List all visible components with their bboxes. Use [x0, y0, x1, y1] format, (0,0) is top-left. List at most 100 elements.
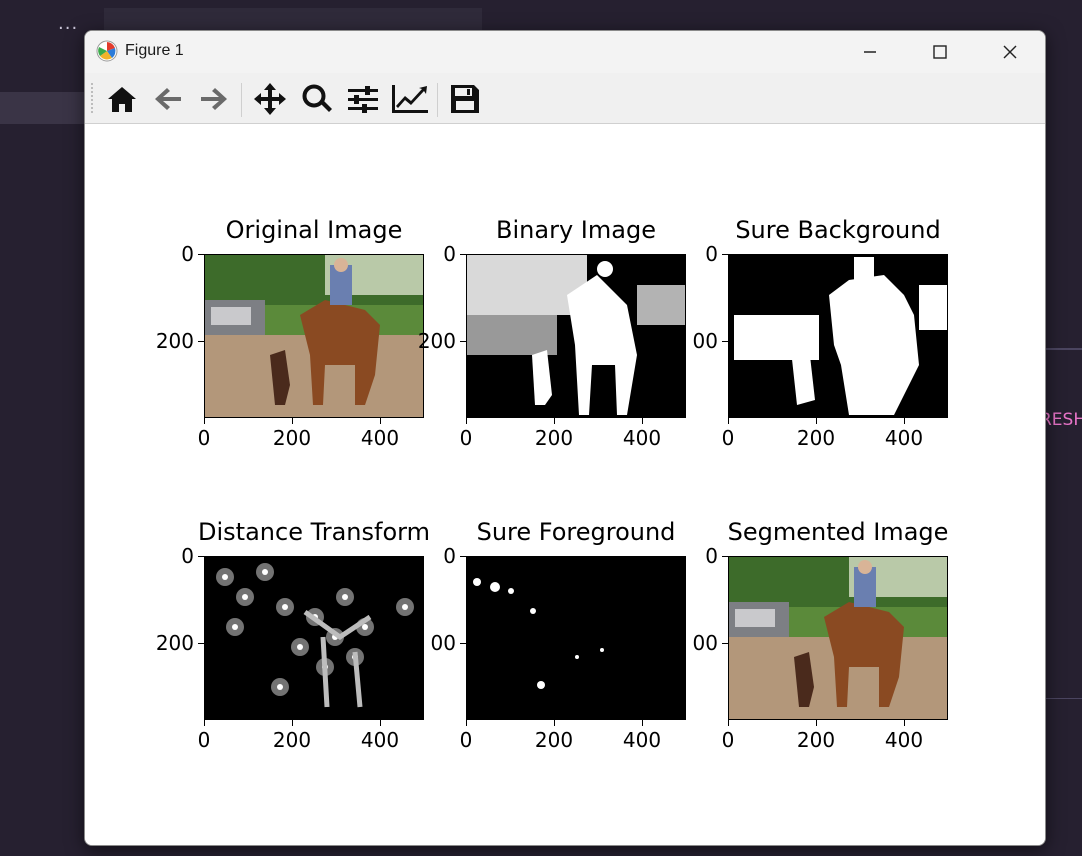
y-tick-label: 0 — [443, 544, 456, 568]
save-button[interactable] — [445, 81, 485, 117]
x-tick-mark — [204, 418, 205, 424]
back-button[interactable] — [148, 81, 188, 117]
y-tick-mark — [722, 341, 728, 343]
configure-subplots-icon — [348, 86, 378, 113]
divider — [1046, 348, 1082, 350]
y-tick-mark — [722, 556, 728, 557]
y-tick-label: 0 — [705, 242, 718, 266]
x-tick-label: 400 — [360, 426, 400, 450]
maximize-button[interactable] — [905, 31, 975, 73]
y-tick-mark — [460, 254, 466, 255]
sure-foreground-picture — [467, 557, 685, 719]
background-text-fragment: RESH — [1040, 410, 1082, 430]
x-tick-mark — [816, 418, 817, 424]
x-tick-mark — [554, 418, 555, 424]
pan-button[interactable] — [250, 81, 290, 117]
subplot-title: Binary Image — [496, 216, 656, 244]
forward-button[interactable] — [194, 81, 234, 117]
close-button[interactable] — [975, 31, 1045, 73]
segmented-image-picture — [729, 557, 947, 719]
x-tick-label: 0 — [721, 728, 735, 752]
window-title: Figure 1 — [125, 42, 184, 59]
subplot-title: Sure Foreground — [476, 518, 676, 546]
y-tick-label: 0 — [443, 242, 456, 266]
x-tick-mark — [554, 720, 555, 726]
x-tick-label: 200 — [272, 426, 312, 450]
sure-foreground-axes[interactable] — [466, 556, 686, 720]
toolbar-separator — [437, 83, 438, 117]
sidebar-selection — [0, 92, 86, 124]
original-image-axes[interactable] — [204, 254, 424, 418]
zoom-icon — [302, 84, 332, 112]
y-tick-mark — [198, 254, 204, 255]
y-tick-label: 00 — [692, 631, 718, 656]
y-tick-mark — [460, 341, 466, 343]
x-tick-label: 400 — [884, 728, 924, 752]
figure-canvas[interactable]: Original Image 0 200 400 0 200 Binary Image 0 20… — [85, 124, 1045, 845]
y-tick-mark — [722, 254, 728, 255]
x-tick-mark — [904, 418, 905, 424]
segmented-image-axes[interactable] — [728, 556, 948, 720]
edit-axes-button[interactable] — [390, 81, 430, 117]
x-tick-label: 0 — [459, 728, 473, 752]
x-tick-label: 200 — [534, 426, 574, 450]
x-tick-mark — [466, 720, 467, 726]
edit-axes-icon — [392, 85, 428, 113]
x-tick-mark — [380, 720, 381, 726]
x-tick-label: 400 — [884, 426, 924, 450]
more-icon[interactable]: ··· — [58, 18, 78, 39]
matplotlib-logo-icon — [96, 40, 118, 62]
x-tick-label: 200 — [534, 728, 574, 752]
y-tick-mark — [460, 643, 466, 645]
toolbar-separator — [241, 83, 242, 117]
x-tick-mark — [466, 418, 467, 424]
pan-icon — [254, 83, 286, 115]
zoom-button[interactable] — [297, 81, 337, 117]
y-tick-mark — [198, 341, 204, 343]
figure-window: Figure 1 Original Image 0 200 400 0 200 … — [84, 30, 1046, 846]
y-tick-label: 200 — [417, 329, 456, 354]
x-tick-mark — [292, 720, 293, 726]
minimize-button[interactable] — [835, 31, 905, 73]
x-tick-label: 0 — [197, 426, 211, 450]
x-tick-label: 200 — [272, 728, 312, 752]
x-tick-label: 200 — [796, 728, 836, 752]
configure-subplots-button[interactable] — [343, 81, 383, 117]
sure-background-picture — [729, 255, 947, 417]
x-tick-label: 200 — [796, 426, 836, 450]
x-tick-label: 400 — [360, 728, 400, 752]
toolbar-grip[interactable] — [91, 83, 93, 115]
sure-background-axes[interactable] — [728, 254, 948, 418]
y-tick-mark — [198, 643, 204, 645]
original-image-picture — [205, 255, 423, 417]
forward-arrow-icon — [201, 88, 227, 110]
x-tick-label: 0 — [721, 426, 735, 450]
x-tick-mark — [728, 418, 729, 424]
x-tick-mark — [642, 418, 643, 424]
navigation-toolbar — [85, 73, 1045, 124]
y-tick-label: 0 — [705, 544, 718, 568]
x-tick-mark — [728, 720, 729, 726]
y-tick-label: 200 — [155, 631, 194, 656]
y-tick-mark — [722, 643, 728, 645]
title-bar[interactable]: Figure 1 — [85, 31, 1045, 73]
x-tick-label: 400 — [622, 426, 662, 450]
binary-image-axes[interactable] — [466, 254, 686, 418]
y-tick-label: 00 — [692, 329, 718, 354]
subplot-title: Original Image — [225, 216, 403, 244]
subplot-title: Sure Background — [735, 216, 941, 244]
x-tick-label: 400 — [622, 728, 662, 752]
x-tick-mark — [204, 720, 205, 726]
x-tick-mark — [292, 418, 293, 424]
y-tick-label: 0 — [181, 242, 194, 266]
divider — [1046, 698, 1082, 699]
x-tick-mark — [642, 720, 643, 726]
binary-image-picture — [467, 255, 685, 417]
minimize-icon — [864, 51, 876, 53]
home-button[interactable] — [102, 81, 142, 117]
x-tick-label: 0 — [197, 728, 211, 752]
back-arrow-icon — [155, 88, 181, 110]
distance-transform-axes[interactable] — [204, 556, 424, 720]
y-tick-label: 0 — [181, 544, 194, 568]
y-tick-mark — [198, 556, 204, 557]
